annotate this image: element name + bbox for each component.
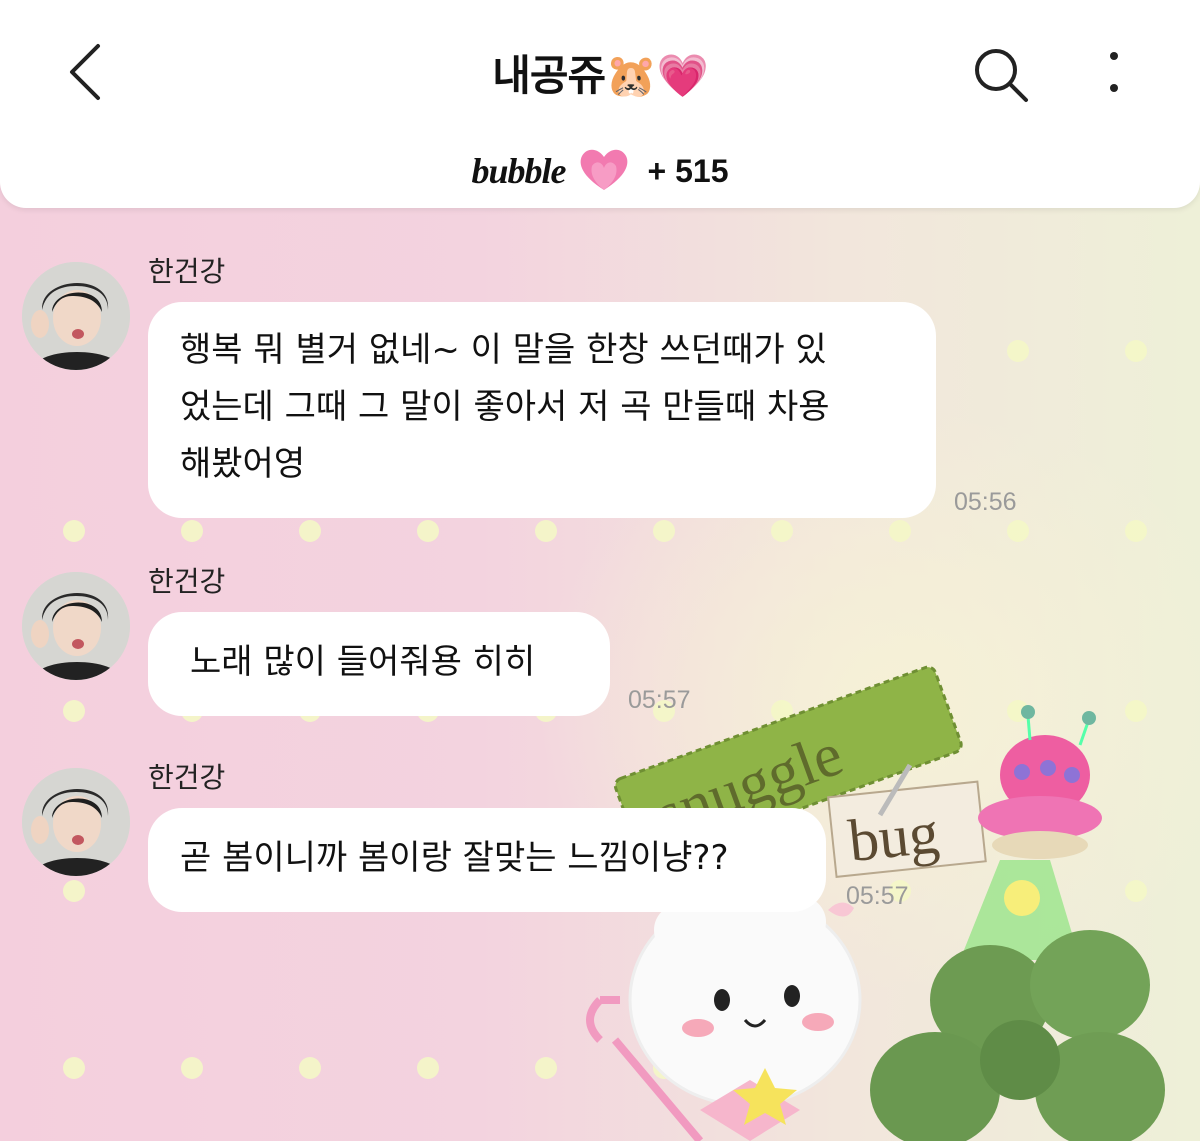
message-line: 해봤어영 <box>180 444 306 484</box>
bubble-logo: bubble <box>471 151 567 191</box>
message-timestamp: 05:56 <box>954 488 1017 516</box>
message-line: 곧 봄이니까 봄이랑 잘맞는 느낌이냥?? <box>180 838 729 878</box>
message-bubble[interactable]: 행복 뭐 별거 없네~ 이 말을 한창 쓰던때가 있 었는데 그때 그 말이 좋… <box>148 302 936 518</box>
bug-patch: bug <box>827 780 987 878</box>
sender-name: 한건강 <box>148 761 226 794</box>
chat-header: 내공쥬🐹💗 bubble + 515 <box>0 0 1200 208</box>
search-icon[interactable] <box>970 44 1032 106</box>
subscriber-count-row: bubble + 515 <box>0 146 1200 196</box>
avatar[interactable] <box>22 768 130 876</box>
message-line: 었는데 그때 그 말이 좋아서 저 곡 만들때 차용 <box>180 387 830 427</box>
message-line: 행복 뭐 별거 없네~ 이 말을 한창 쓰던때가 있 <box>180 330 827 370</box>
avatar[interactable] <box>22 262 130 370</box>
message-bubble[interactable]: 곧 봄이니까 봄이랑 잘맞는 느낌이냥?? <box>148 808 826 912</box>
patch-text-bug: bug <box>845 799 941 874</box>
message-bubble[interactable]: 노래 많이 들어줘용 히히 <box>148 612 610 716</box>
pink-heart-icon <box>576 146 632 196</box>
sender-name: 한건강 <box>148 565 226 598</box>
sender-name: 한건강 <box>148 255 226 288</box>
message-timestamp: 05:57 <box>628 686 691 714</box>
more-vertical-icon[interactable] <box>1098 44 1130 104</box>
avatar[interactable] <box>22 572 130 680</box>
plush-sticker <box>586 893 862 1141</box>
message-timestamp: 05:57 <box>846 882 909 910</box>
message-line: 노래 많이 들어줘용 히히 <box>190 642 536 682</box>
subscriber-count: + 515 <box>647 152 729 189</box>
clover-sticker <box>870 930 1165 1141</box>
